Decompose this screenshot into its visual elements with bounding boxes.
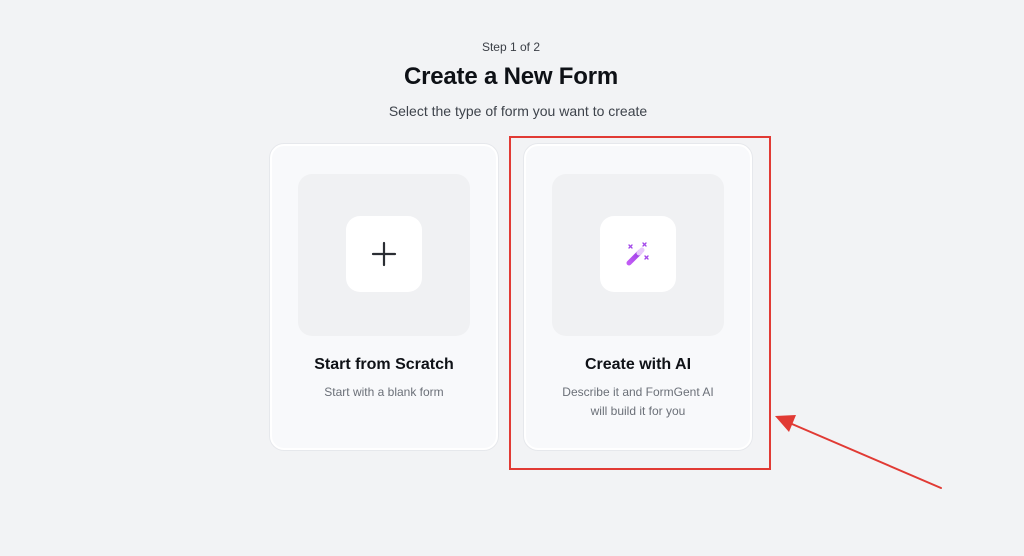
create-form-page: Step 1 of 2 Create a New Form Select the… [0,0,1024,556]
magic-wand-icon [626,242,649,266]
card-preview [298,174,470,336]
plus-icon [371,241,397,267]
step-indicator: Step 1 of 2 [481,40,541,54]
icon-tile [600,216,676,292]
start-from-scratch-card[interactable]: Start from Scratch Start with a blank fo… [270,144,498,450]
page-subtitle: Select the type of form you want to crea… [388,103,648,119]
card-title: Create with AI [584,356,692,373]
card-description: Start with a blank form [324,385,444,399]
page-title: Create a New Form [403,63,618,90]
create-with-ai-card[interactable]: Create with AI Describe it and FormGent … [524,144,752,450]
card-description: Describe it and FormGent AI will build i… [562,385,714,418]
icon-tile [346,216,422,292]
card-preview [552,174,724,336]
card-title: Start from Scratch [314,356,454,373]
